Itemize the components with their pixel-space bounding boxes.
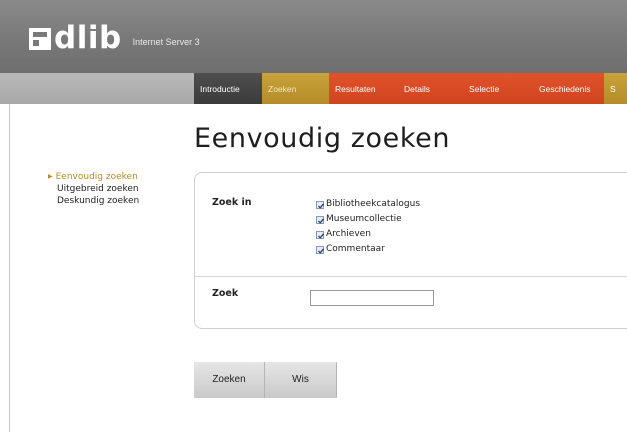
search-button[interactable]: Zoeken bbox=[194, 362, 265, 398]
form-divider bbox=[195, 276, 627, 277]
tab-selectie[interactable]: Selectie bbox=[463, 73, 533, 104]
checkbox-bibliotheek[interactable] bbox=[316, 200, 325, 209]
app-header: dlib Internet Server 3 bbox=[0, 0, 627, 73]
tab-details[interactable]: Details bbox=[398, 73, 463, 104]
logo-text: dlib bbox=[54, 20, 122, 56]
logo[interactable]: dlib Internet Server 3 bbox=[29, 20, 200, 56]
source-option[interactable]: Archieven bbox=[316, 227, 420, 242]
product-subtitle: Internet Server 3 bbox=[132, 37, 200, 47]
menu-item-uitgebreid[interactable]: Uitgebreid zoeken bbox=[48, 183, 139, 195]
source-label: Archieven bbox=[326, 229, 371, 239]
adlib-mark-icon bbox=[29, 28, 51, 50]
menu-item-label: Eenvoudig zoeken bbox=[55, 172, 138, 182]
tab-bar: Introductie Zoeken Resultaten Details Se… bbox=[194, 73, 627, 104]
source-label: Commentaar bbox=[326, 244, 385, 254]
source-option[interactable]: Commentaar bbox=[316, 242, 420, 257]
checkbox-archieven[interactable] bbox=[316, 230, 325, 239]
left-divider bbox=[9, 104, 10, 432]
clear-button[interactable]: Wis bbox=[265, 362, 337, 398]
menu-item-eenvoudig[interactable]: ▶ Eenvoudig zoeken bbox=[48, 171, 139, 183]
search-input[interactable] bbox=[310, 290, 434, 306]
source-option[interactable]: Museumcollectie bbox=[316, 212, 420, 227]
zoek-in-label: Zoek in bbox=[212, 197, 252, 208]
checkbox-museum[interactable] bbox=[316, 215, 325, 224]
search-mode-menu: ▶ Eenvoudig zoeken Uitgebreid zoeken Desk… bbox=[48, 171, 139, 207]
source-option[interactable]: Bibliotheekcatalogus bbox=[316, 197, 420, 212]
tab-geschiedenis[interactable]: Geschiedenis bbox=[533, 73, 604, 104]
checkbox-commentaar[interactable] bbox=[316, 245, 325, 254]
source-checklist: Bibliotheekcatalogus Museumcollectie Arc… bbox=[316, 197, 420, 257]
tab-overflow[interactable]: S bbox=[604, 73, 627, 104]
tab-resultaten[interactable]: Resultaten bbox=[329, 73, 398, 104]
search-form-panel: Zoek in Bibliotheekcatalogus Museumcolle… bbox=[194, 172, 627, 329]
form-actions: Zoeken Wis bbox=[194, 362, 337, 398]
main-nav: Introductie Zoeken Resultaten Details Se… bbox=[0, 73, 627, 104]
menu-item-deskundig[interactable]: Deskundig zoeken bbox=[48, 195, 139, 207]
zoek-label: Zoek bbox=[212, 288, 239, 299]
page-title: Eenvoudig zoeken bbox=[194, 123, 451, 154]
source-label: Museumcollectie bbox=[326, 214, 402, 224]
source-label: Bibliotheekcatalogus bbox=[326, 199, 421, 209]
tab-zoeken[interactable]: Zoeken bbox=[262, 73, 329, 104]
bullet-arrow-icon: ▶ bbox=[48, 173, 53, 180]
tab-introductie[interactable]: Introductie bbox=[194, 73, 262, 104]
